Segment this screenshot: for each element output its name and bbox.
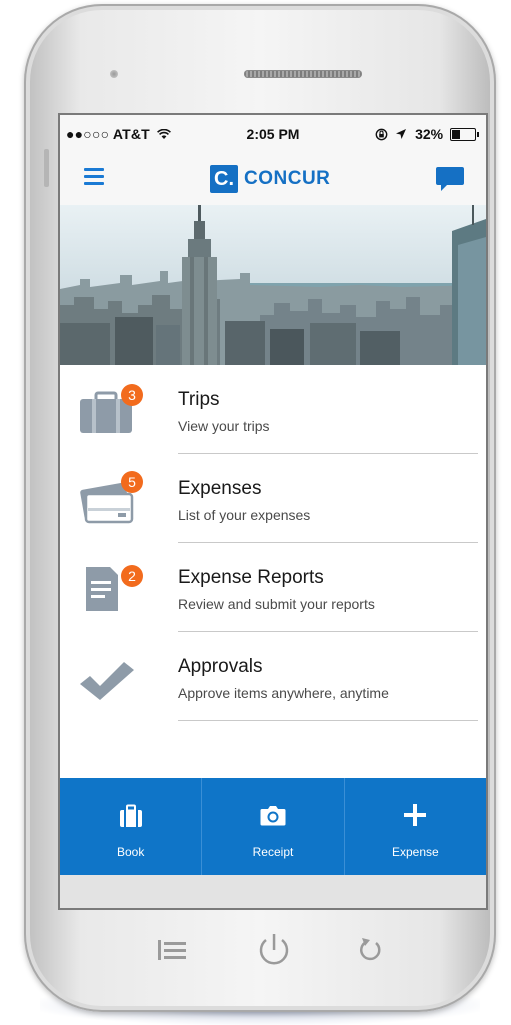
menu-item-subtitle: Approve items anywhere, anytime [178, 685, 389, 701]
camera-icon [260, 806, 286, 826]
tab-label: Expense [391, 845, 439, 859]
tab-book[interactable]: Book [60, 778, 203, 875]
tab-label: Book [116, 845, 145, 859]
battery-icon [450, 128, 479, 141]
expense-reports-badge: 2 [121, 565, 143, 587]
menu-item-approvals[interactable]: Approvals Approve items anywhere, anytim… [60, 632, 486, 721]
menu-item-subtitle: Review and submit your reports [178, 596, 375, 612]
app-header: C. CONCUR [60, 151, 486, 206]
trips-badge: 3 [121, 384, 143, 406]
tab-receipt[interactable]: Receipt [202, 778, 345, 875]
menu-item-subtitle: View your trips [178, 418, 270, 434]
expenses-badge: 5 [121, 471, 143, 493]
menu-item-title: Trips [178, 389, 220, 410]
tab-label: Receipt [252, 845, 294, 859]
menu-item-title: Expense Reports [178, 567, 324, 588]
status-right: 32% [375, 126, 479, 142]
back-icon[interactable] [358, 936, 382, 962]
concur-logo: C. CONCUR [210, 165, 330, 193]
battery-percent: 32% [415, 126, 444, 142]
location-arrow-icon [396, 129, 407, 139]
chat-bubble-icon[interactable] [435, 166, 465, 192]
menu-item-trips[interactable]: 3 Trips View your trips [60, 365, 486, 454]
recent-apps-icon[interactable] [158, 938, 186, 962]
checkmark-icon [80, 662, 134, 700]
city-skyline-banner [60, 205, 486, 365]
menu-item-title: Expenses [178, 478, 262, 499]
logo-mark: C. [210, 165, 238, 193]
power-icon[interactable] [256, 932, 292, 968]
divider [178, 720, 478, 721]
tab-expense[interactable]: Expense [345, 778, 486, 875]
status-bar: ●●○○○ AT&T 2:05 PM 32% [60, 115, 486, 151]
menu-item-subtitle: List of your expenses [178, 507, 311, 523]
front-camera [110, 70, 118, 78]
logo-text: CONCUR [244, 168, 331, 189]
mute-switch [44, 149, 49, 187]
bottom-tab-bar: Book Receipt Expense [60, 778, 486, 875]
menu-item-expenses[interactable]: 5 Expenses List of your expenses [60, 454, 486, 543]
plus-icon [404, 804, 427, 826]
phone-screen: ●●○○○ AT&T 2:05 PM 32% C. CONCUR 3 Trips… [60, 115, 486, 908]
menu-item-expense-reports[interactable]: 2 Expense Reports Review and submit your… [60, 543, 486, 632]
rotation-lock-icon [375, 128, 388, 141]
earpiece-speaker [244, 70, 362, 78]
briefcase-icon [119, 804, 142, 827]
menu-item-title: Approvals [178, 656, 263, 677]
hamburger-icon[interactable] [84, 168, 104, 185]
screen-bottom-strip [60, 875, 486, 908]
